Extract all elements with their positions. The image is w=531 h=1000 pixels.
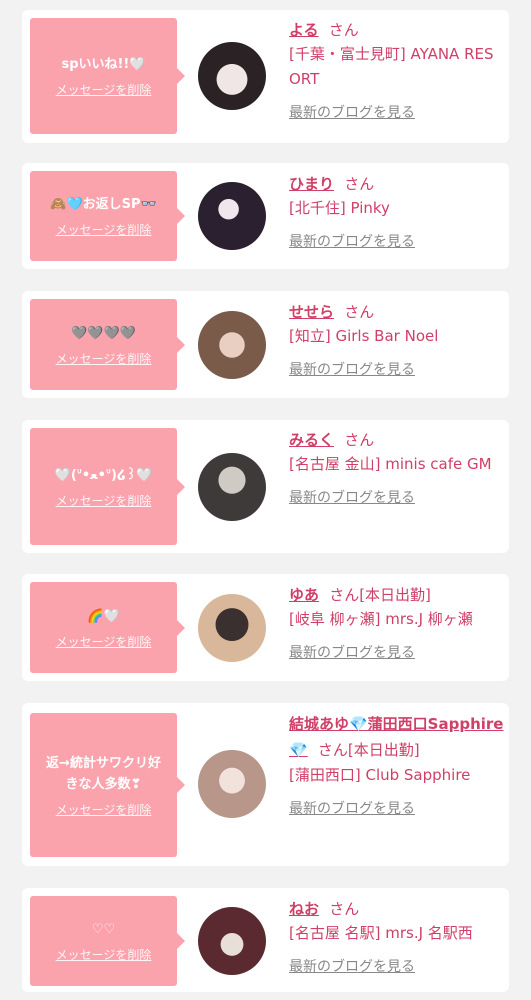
shop-location: [蒲田西口] Club Sapphire <box>289 766 471 784</box>
profile-name-link[interactable]: ねお <box>289 900 319 918</box>
latest-blog-link[interactable]: 最新のブログを見る <box>289 798 504 820</box>
latest-blog-link[interactable]: 最新のブログを見る <box>289 359 504 381</box>
honorific: さん[本日出勤] <box>329 586 431 604</box>
delete-message-link[interactable]: メッセージを削除 <box>56 81 152 98</box>
shop-location: [名古屋 金山] minis cafe GM <box>289 455 492 473</box>
message-card: 🩶🩶🩶🩶 メッセージを削除 せせら さん [知立] Girls Bar Noel… <box>22 291 509 398</box>
profile-name-link[interactable]: せせら <box>289 303 334 321</box>
honorific: さん <box>344 175 375 193</box>
message-bubble: 返→統計サワクリ好きな人多数❣ メッセージを削除 <box>30 713 185 857</box>
honorific: さん <box>328 21 359 39</box>
message-text: 🌈🤍 <box>87 608 120 624</box>
shop-location: [岐阜 柳ヶ瀬] mrs.J 柳ヶ瀬 <box>289 610 473 628</box>
avatar[interactable] <box>198 594 266 662</box>
latest-blog-link[interactable]: 最新のブログを見る <box>289 231 504 253</box>
message-bubble: ♡♡ メッセージを削除 <box>30 896 185 986</box>
message-bubble: 🌈🤍 メッセージを削除 <box>30 582 185 673</box>
message-card: 🤍(ᐡ•ﻌ•ᐡ)໒꒱🤍 メッセージを削除 みるく さん [名古屋 金山] min… <box>22 420 509 553</box>
avatar[interactable] <box>198 311 266 379</box>
profile-name-link[interactable]: みるく <box>289 431 334 449</box>
message-text: 🙈🩵お返しSP👓 <box>50 197 157 212</box>
message-text: 🤍(ᐡ•ﻌ•ᐡ)໒꒱🤍 <box>54 467 153 483</box>
shop-location: [北千住] Pinky <box>289 199 390 217</box>
latest-blog-link[interactable]: 最新のブログを見る <box>289 642 504 664</box>
avatar[interactable] <box>198 42 266 110</box>
honorific: さん[本日出勤] <box>317 741 420 759</box>
message-text: ♡♡ <box>91 922 116 937</box>
delete-message-link[interactable]: メッセージを削除 <box>56 492 152 509</box>
delete-message-link[interactable]: メッセージを削除 <box>56 221 152 238</box>
profile-name-link[interactable]: よる <box>289 21 319 39</box>
message-text: 🩶🩶🩶🩶 <box>71 325 136 341</box>
honorific: さん <box>329 900 360 918</box>
latest-blog-link[interactable]: 最新のブログを見る <box>289 102 504 124</box>
message-card: spいいね!!🤍 メッセージを削除 よる さん [千葉・富士見町] AYANA … <box>22 10 509 143</box>
avatar[interactable] <box>198 453 266 521</box>
avatar[interactable] <box>198 907 266 975</box>
honorific: さん <box>344 431 375 449</box>
message-bubble: spいいね!!🤍 メッセージを削除 <box>30 18 185 134</box>
message-text: 返→統計サワクリ好きな人多数❣ <box>46 755 161 792</box>
message-bubble: 🤍(ᐡ•ﻌ•ᐡ)໒꒱🤍 メッセージを削除 <box>30 428 185 545</box>
message-card: 返→統計サワクリ好きな人多数❣ メッセージを削除 結城あゆ💎蒲田西口Sapphi… <box>22 703 509 866</box>
shop-location: [名古屋 名駅] mrs.J 名駅西 <box>289 924 473 942</box>
delete-message-link[interactable]: メッセージを削除 <box>56 946 152 963</box>
message-bubble: 🩶🩶🩶🩶 メッセージを削除 <box>30 299 185 390</box>
shop-location: [千葉・富士見町] AYANA RESORT <box>289 45 494 88</box>
message-card: 🌈🤍 メッセージを削除 ゆあ さん[本日出勤] [岐阜 柳ヶ瀬] mrs.J 柳… <box>22 574 509 681</box>
avatar[interactable] <box>198 750 266 818</box>
honorific: さん <box>344 303 375 321</box>
shop-location: [知立] Girls Bar Noel <box>289 327 439 345</box>
avatar[interactable] <box>198 182 266 250</box>
message-text: spいいね!!🤍 <box>61 57 146 72</box>
delete-message-link[interactable]: メッセージを削除 <box>56 801 152 818</box>
delete-message-link[interactable]: メッセージを削除 <box>56 350 152 367</box>
message-card: ♡♡ メッセージを削除 ねお さん [名古屋 名駅] mrs.J 名駅西 最新の… <box>22 888 509 992</box>
latest-blog-link[interactable]: 最新のブログを見る <box>289 956 504 978</box>
latest-blog-link[interactable]: 最新のブログを見る <box>289 487 504 509</box>
message-card: 🙈🩵お返しSP👓 メッセージを削除 ひまり さん [北千住] Pinky 最新の… <box>22 163 509 269</box>
profile-name-link[interactable]: ひまり <box>289 175 334 193</box>
message-bubble: 🙈🩵お返しSP👓 メッセージを削除 <box>30 171 185 261</box>
profile-name-link[interactable]: ゆあ <box>289 586 319 604</box>
delete-message-link[interactable]: メッセージを削除 <box>56 633 152 650</box>
